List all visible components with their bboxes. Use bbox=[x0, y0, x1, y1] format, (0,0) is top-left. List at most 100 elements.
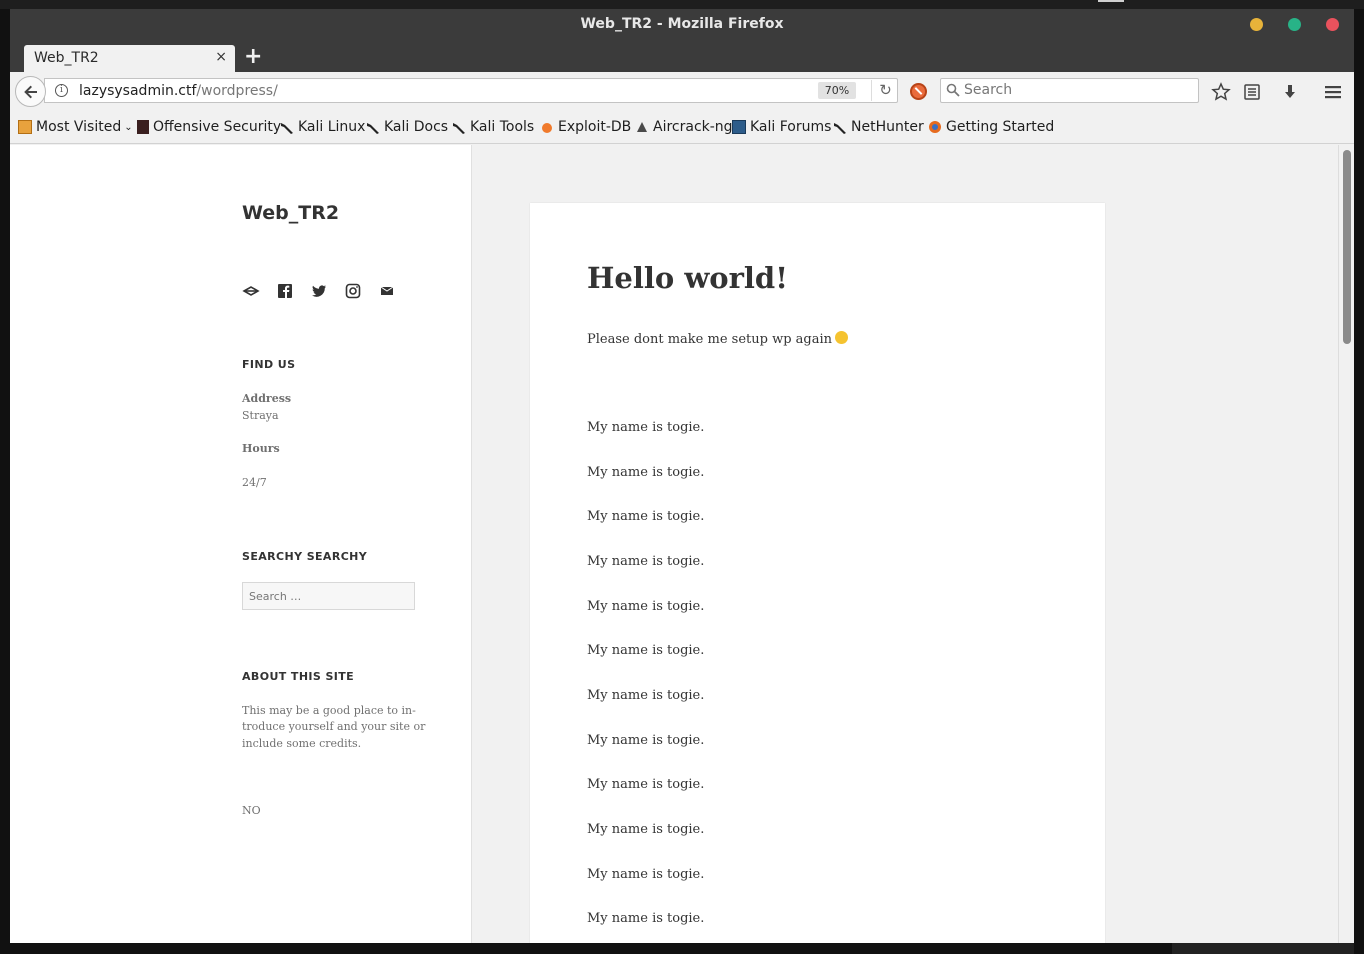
offsec-icon bbox=[137, 120, 149, 134]
sad-face-emoji-icon bbox=[835, 331, 849, 344]
back-button[interactable] bbox=[15, 76, 46, 107]
search-placeholder: Search bbox=[964, 82, 1013, 98]
menu-hamburger-icon[interactable] bbox=[1323, 82, 1343, 102]
social-links bbox=[242, 282, 412, 300]
bookmark-label: Most Visited bbox=[36, 119, 122, 135]
window-title: Web_TR2 - Mozilla Firefox bbox=[580, 16, 784, 32]
post-line: My name is togie. bbox=[587, 688, 705, 703]
bookmark-label: Offensive Security bbox=[153, 119, 282, 135]
bookmark-kali-docs[interactable]: Kali Docs bbox=[366, 119, 448, 135]
codepen-icon[interactable] bbox=[242, 282, 276, 300]
bookmark-exploit-db[interactable]: Exploit-DB bbox=[540, 119, 631, 135]
firefox-window: Web_TR2 - Mozilla Firefox Web_TR2 × + i … bbox=[10, 9, 1354, 943]
page-scrollbar[interactable] bbox=[1338, 145, 1354, 943]
sidebar-footer-text: NO bbox=[242, 804, 261, 817]
search-widget-heading: SEARCHY SEARCHY bbox=[242, 550, 368, 563]
url-text[interactable]: lazysysadmin.ctf/wordpress/ bbox=[79, 83, 278, 99]
scrollbar-thumb[interactable] bbox=[1343, 150, 1351, 344]
search-bar[interactable]: Search bbox=[940, 78, 1199, 103]
sidebar-search-input[interactable]: Search … bbox=[242, 582, 415, 610]
bookmark-label: Aircrack-ng bbox=[653, 119, 733, 135]
bookmark-label: NetHunter bbox=[851, 119, 924, 135]
bookmark-star-icon[interactable] bbox=[1211, 82, 1231, 102]
twitter-icon[interactable] bbox=[310, 282, 344, 300]
tab-close-icon[interactable]: × bbox=[215, 49, 227, 65]
post-line: My name is togie. bbox=[587, 911, 705, 926]
new-tab-button[interactable]: + bbox=[244, 46, 262, 68]
bookmark-label: Kali Docs bbox=[384, 119, 449, 135]
sidebar-search-placeholder: Search … bbox=[249, 590, 302, 603]
post-article: Hello world! Please dont make me setup w… bbox=[530, 203, 1105, 943]
about-text-line: This may be a good place to in- bbox=[242, 704, 416, 717]
post-title[interactable]: Hello world! bbox=[587, 261, 788, 295]
firefox-icon bbox=[929, 121, 941, 133]
post-line: My name is togie. bbox=[587, 822, 705, 837]
navigation-toolbar: i lazysysadmin.ctf/wordpress/ 70% ↻ Sear… bbox=[10, 72, 1354, 110]
post-line: My name is togie. bbox=[587, 777, 705, 792]
bookmark-kali-linux[interactable]: Kali Linux bbox=[280, 119, 365, 135]
bookmark-most-visited[interactable]: Most Visited ⌄ bbox=[18, 119, 133, 135]
address-label: Address bbox=[242, 392, 292, 405]
bookmark-aircrack-ng[interactable]: Aircrack-ng bbox=[635, 119, 733, 135]
kali-dragon-icon bbox=[834, 123, 846, 134]
url-bar[interactable]: i lazysysadmin.ctf/wordpress/ 70% ↻ bbox=[44, 78, 898, 103]
extension-icon[interactable] bbox=[910, 83, 927, 100]
address-value: Straya bbox=[242, 409, 279, 422]
site-info-icon[interactable]: i bbox=[55, 84, 68, 97]
post-line: My name is togie. bbox=[587, 509, 705, 524]
hours-label: Hours bbox=[242, 442, 280, 455]
url-host: lazysysadmin.ctf bbox=[79, 83, 197, 99]
chevron-down-icon: ⌄ bbox=[124, 121, 133, 133]
bookmark-label: Kali Linux bbox=[298, 119, 366, 135]
mail-icon[interactable] bbox=[378, 282, 412, 300]
instagram-icon[interactable] bbox=[344, 282, 378, 300]
about-heading: ABOUT THIS SITE bbox=[242, 670, 355, 683]
post-line: My name is togie. bbox=[587, 643, 705, 658]
post-line: My name is togie. bbox=[587, 599, 705, 614]
kali-dragon-icon bbox=[281, 123, 293, 134]
post-line: My name is togie. bbox=[587, 867, 705, 882]
tab-web-tr2[interactable]: Web_TR2 × bbox=[24, 45, 235, 73]
title-bar: Web_TR2 - Mozilla Firefox Web_TR2 × + bbox=[10, 9, 1354, 73]
search-icon bbox=[946, 83, 960, 97]
folder-icon bbox=[18, 120, 32, 134]
reload-icon[interactable]: ↻ bbox=[871, 80, 899, 101]
facebook-icon[interactable] bbox=[276, 282, 310, 300]
bookmark-getting-started[interactable]: Getting Started bbox=[928, 119, 1054, 135]
wp-sidebar: Web_TR2 FIND US Address Straya Hours 24/… bbox=[10, 145, 472, 943]
desktop-indicator bbox=[1098, 0, 1124, 2]
post-line: My name is togie. bbox=[587, 465, 705, 480]
bookmark-kali-tools[interactable]: Kali Tools bbox=[452, 119, 534, 135]
reading-list-icon[interactable] bbox=[1242, 82, 1262, 102]
aircrack-icon bbox=[637, 122, 647, 132]
kali-forums-icon bbox=[732, 120, 746, 134]
bookmark-nethunter[interactable]: NetHunter bbox=[833, 119, 924, 135]
about-text-line: include some credits. bbox=[242, 737, 362, 750]
about-text-line: troduce yourself and your site or bbox=[242, 720, 426, 733]
bookmark-offensive-security[interactable]: Offensive Security bbox=[137, 119, 281, 135]
bookmark-label: Exploit-DB bbox=[558, 119, 632, 135]
minimize-button[interactable] bbox=[1250, 18, 1263, 31]
downloads-icon[interactable] bbox=[1280, 82, 1300, 102]
post-intro: Please dont make me setup wp again bbox=[587, 331, 849, 347]
zoom-level-badge[interactable]: 70% bbox=[818, 82, 856, 99]
post-line: My name is togie. bbox=[587, 554, 705, 569]
bookmark-kali-forums[interactable]: Kali Forums bbox=[732, 119, 831, 135]
find-us-heading: FIND US bbox=[242, 358, 296, 371]
bookmark-label: Getting Started bbox=[946, 119, 1055, 135]
maximize-button[interactable] bbox=[1288, 18, 1301, 31]
post-intro-text: Please dont make me setup wp again bbox=[587, 332, 833, 347]
desktop-corner bbox=[1172, 943, 1354, 954]
post-line: My name is togie. bbox=[587, 733, 705, 748]
back-arrow-icon bbox=[24, 85, 37, 99]
page-viewport: Web_TR2 FIND US Address Straya Hours 24/… bbox=[10, 145, 1338, 943]
close-window-button[interactable] bbox=[1326, 18, 1339, 31]
url-path: /wordpress/ bbox=[196, 83, 278, 99]
hours-value: 24/7 bbox=[242, 476, 267, 489]
kali-dragon-icon bbox=[453, 123, 465, 134]
desktop-top-strip bbox=[0, 0, 1364, 9]
site-title[interactable]: Web_TR2 bbox=[242, 202, 339, 224]
bookmark-label: Kali Forums bbox=[750, 119, 832, 135]
bookmark-label: Kali Tools bbox=[470, 119, 535, 135]
kali-dragon-icon bbox=[367, 123, 379, 134]
